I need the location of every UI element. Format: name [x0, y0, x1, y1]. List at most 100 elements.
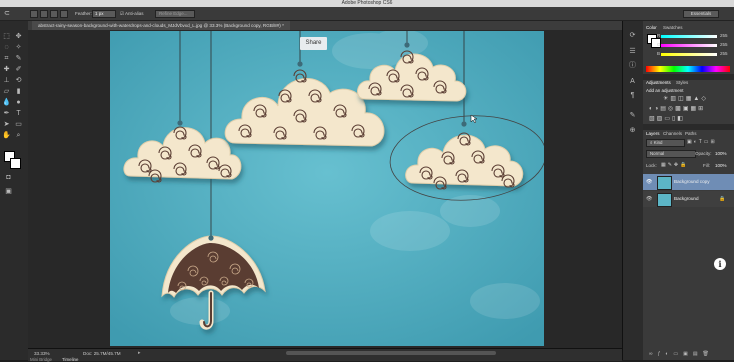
pin-dot — [461, 121, 467, 127]
anti-alias-checkbox[interactable]: ☑ Anti-alias — [120, 10, 144, 17]
quick-mask-icon[interactable]: ◘ — [4, 173, 13, 182]
move-tool-icon[interactable]: ✥ — [14, 32, 23, 41]
doc-size: Doc: 25.7M/45.7M — [83, 351, 121, 356]
intersect-selection-icon[interactable] — [60, 10, 68, 18]
tab-styles[interactable]: Styles — [676, 79, 688, 86]
share-button[interactable]: Share — [300, 37, 327, 50]
brush-tool-icon[interactable]: ✐ — [14, 65, 23, 74]
gradient-icon[interactable]: ▮ — [14, 87, 23, 96]
layer-row[interactable]: 👁 Background 🔒 — [643, 191, 734, 207]
character-icon[interactable]: A — [628, 77, 637, 86]
clone-stamp-icon[interactable]: ⊥ — [2, 76, 11, 85]
properties-icon[interactable]: ☰ — [628, 47, 637, 56]
refine-edge-button[interactable]: Refine Edge... — [155, 10, 195, 18]
healing-brush-icon[interactable]: ✚ — [2, 65, 11, 74]
feather-input[interactable]: 1 px — [92, 10, 116, 18]
b-value[interactable]: 255 — [720, 50, 728, 57]
layer-lock-icon: 🔒 — [719, 196, 726, 202]
adjustment-icons-row1[interactable]: ☀▥◫▦▲◇ — [663, 95, 731, 102]
tools-panel: ⬚ ✥ ◌ ✧ ⌗ ✎ ✚ ✐ ⊥ ⟲ ▱ ▮ 💧 ● ✒ T ➤ ▭ ✋ ⌕ … — [0, 21, 29, 360]
options-bar: ⊂ Feather: 1 px ☑ Anti-alias Refine Edge… — [0, 7, 734, 21]
tab-color[interactable]: Color — [646, 24, 657, 31]
pin-dot — [297, 61, 303, 67]
clone-source-icon[interactable]: ⊕ — [628, 126, 637, 135]
adjustment-icons-row2[interactable]: ◐◑▤◎▩▣▦⊞ — [649, 105, 731, 112]
type-tool-icon[interactable]: T — [14, 109, 23, 118]
visibility-eye-icon[interactable]: 👁 — [646, 179, 652, 185]
right-panels: Color Swatches R 255 G 255 B 255 Adjustm… — [643, 21, 734, 360]
horizontal-scrollbar[interactable] — [286, 351, 496, 355]
feather-label: Feather: — [75, 11, 92, 16]
red-slider[interactable] — [661, 35, 717, 38]
eraser-icon[interactable]: ▱ — [2, 87, 11, 96]
lock-icons[interactable]: ▦✎✥🔒 — [661, 162, 691, 169]
layer-filter-icons[interactable]: ▣◐T▭⊞ — [687, 139, 731, 145]
pin-dot — [404, 42, 410, 48]
visibility-eye-icon[interactable]: 👁 — [646, 196, 652, 202]
tab-layers[interactable]: Layers — [646, 130, 660, 137]
b-label: B — [657, 51, 661, 56]
background-color-swatch[interactable] — [10, 158, 21, 169]
dodge-tool-icon[interactable]: ● — [14, 98, 23, 107]
app-title: Adobe Photoshop CS6 — [341, 0, 393, 6]
layer-name: Background — [674, 196, 699, 201]
tab-adjustments[interactable]: Adjustments — [646, 79, 671, 86]
opacity-value[interactable]: 100% — [715, 150, 727, 157]
layer-row[interactable]: 👁 Background copy — [643, 174, 734, 190]
lasso-icon[interactable]: ⊂ — [4, 10, 10, 17]
hand-tool-icon[interactable]: ✋ — [2, 131, 11, 140]
zoom-tool-icon[interactable]: ⌕ — [14, 131, 23, 140]
eyedropper-icon[interactable]: ✎ — [14, 54, 23, 63]
magic-wand-icon[interactable]: ✧ — [14, 43, 23, 52]
pin-dot — [208, 235, 214, 241]
color-spectrum[interactable] — [646, 66, 730, 72]
workspace-select[interactable]: Essentials — [683, 10, 719, 18]
fill-value[interactable]: 100% — [715, 162, 727, 169]
adjustment-icons-row3[interactable]: ▧▨▭▯◧ — [649, 115, 711, 122]
blue-slider[interactable] — [661, 53, 717, 56]
tab-channels[interactable]: Channels — [663, 130, 682, 137]
layer-thumbnail — [657, 176, 672, 190]
lasso-tool-icon[interactable]: ◌ — [2, 43, 11, 52]
r-value[interactable]: 255 — [720, 32, 728, 39]
paragraph-icon[interactable]: ¶ — [628, 91, 637, 100]
blur-tool-icon[interactable]: 💧 — [2, 98, 11, 107]
title-bar: Adobe Photoshop CS6 — [0, 0, 734, 7]
layers-empty-area — [643, 208, 734, 348]
add-selection-icon[interactable] — [40, 10, 48, 18]
history-icon[interactable]: ⟳ — [628, 31, 637, 40]
add-adjustment-label: Add an adjustment — [646, 88, 684, 93]
document-tab[interactable]: abstract-rainy-season-background-with-wa… — [32, 21, 290, 30]
pin-dot — [177, 120, 183, 126]
green-slider[interactable] — [661, 44, 717, 47]
info-icon[interactable]: i — [714, 258, 726, 270]
pen-tool-icon[interactable]: ✒ — [2, 109, 11, 118]
fill-label: Fill: — [703, 163, 710, 168]
g-value[interactable]: 255 — [720, 41, 728, 48]
info-panel-icon[interactable]: ⓘ — [628, 61, 637, 70]
tab-swatches[interactable]: Swatches — [663, 24, 683, 31]
status-arrow-icon[interactable]: ▸ — [138, 350, 141, 356]
path-select-icon[interactable]: ➤ — [2, 120, 11, 129]
new-selection-icon[interactable] — [30, 10, 38, 18]
panel-icon-strip: ⟳ ☰ ⓘ A ¶ ✎ ⊕ — [622, 21, 644, 360]
history-brush-icon[interactable]: ⟲ — [14, 76, 23, 85]
opacity-label: Opacity: — [695, 151, 712, 156]
tab-paths[interactable]: Paths — [685, 130, 697, 137]
subtract-selection-icon[interactable] — [50, 10, 58, 18]
shape-tool-icon[interactable]: ▭ — [14, 120, 23, 129]
brush-panel-icon[interactable]: ✎ — [628, 111, 637, 120]
layer-name: Background copy — [674, 179, 710, 184]
r-label: R — [657, 33, 661, 38]
layer-filter-kind[interactable]: ⌕ Kind — [646, 139, 685, 147]
marquee-tool-icon[interactable]: ⬚ — [2, 32, 11, 41]
layer-action-icons[interactable]: ∞ƒ◐▭▣▤🗑 — [649, 351, 731, 358]
screen-mode-icon[interactable]: ▣ — [4, 187, 13, 196]
zoom-level[interactable]: 33.33% — [34, 351, 50, 356]
crop-tool-icon[interactable]: ⌗ — [2, 54, 11, 63]
status-bar: 33.33% Doc: 25.7M/45.7M ▸ Mini Bridge Ti… — [28, 348, 622, 362]
blend-mode-select[interactable]: Normal — [646, 150, 696, 158]
layer-thumbnail — [657, 193, 672, 207]
kind-label: Kind — [653, 140, 663, 145]
document-canvas[interactable] — [110, 31, 544, 346]
